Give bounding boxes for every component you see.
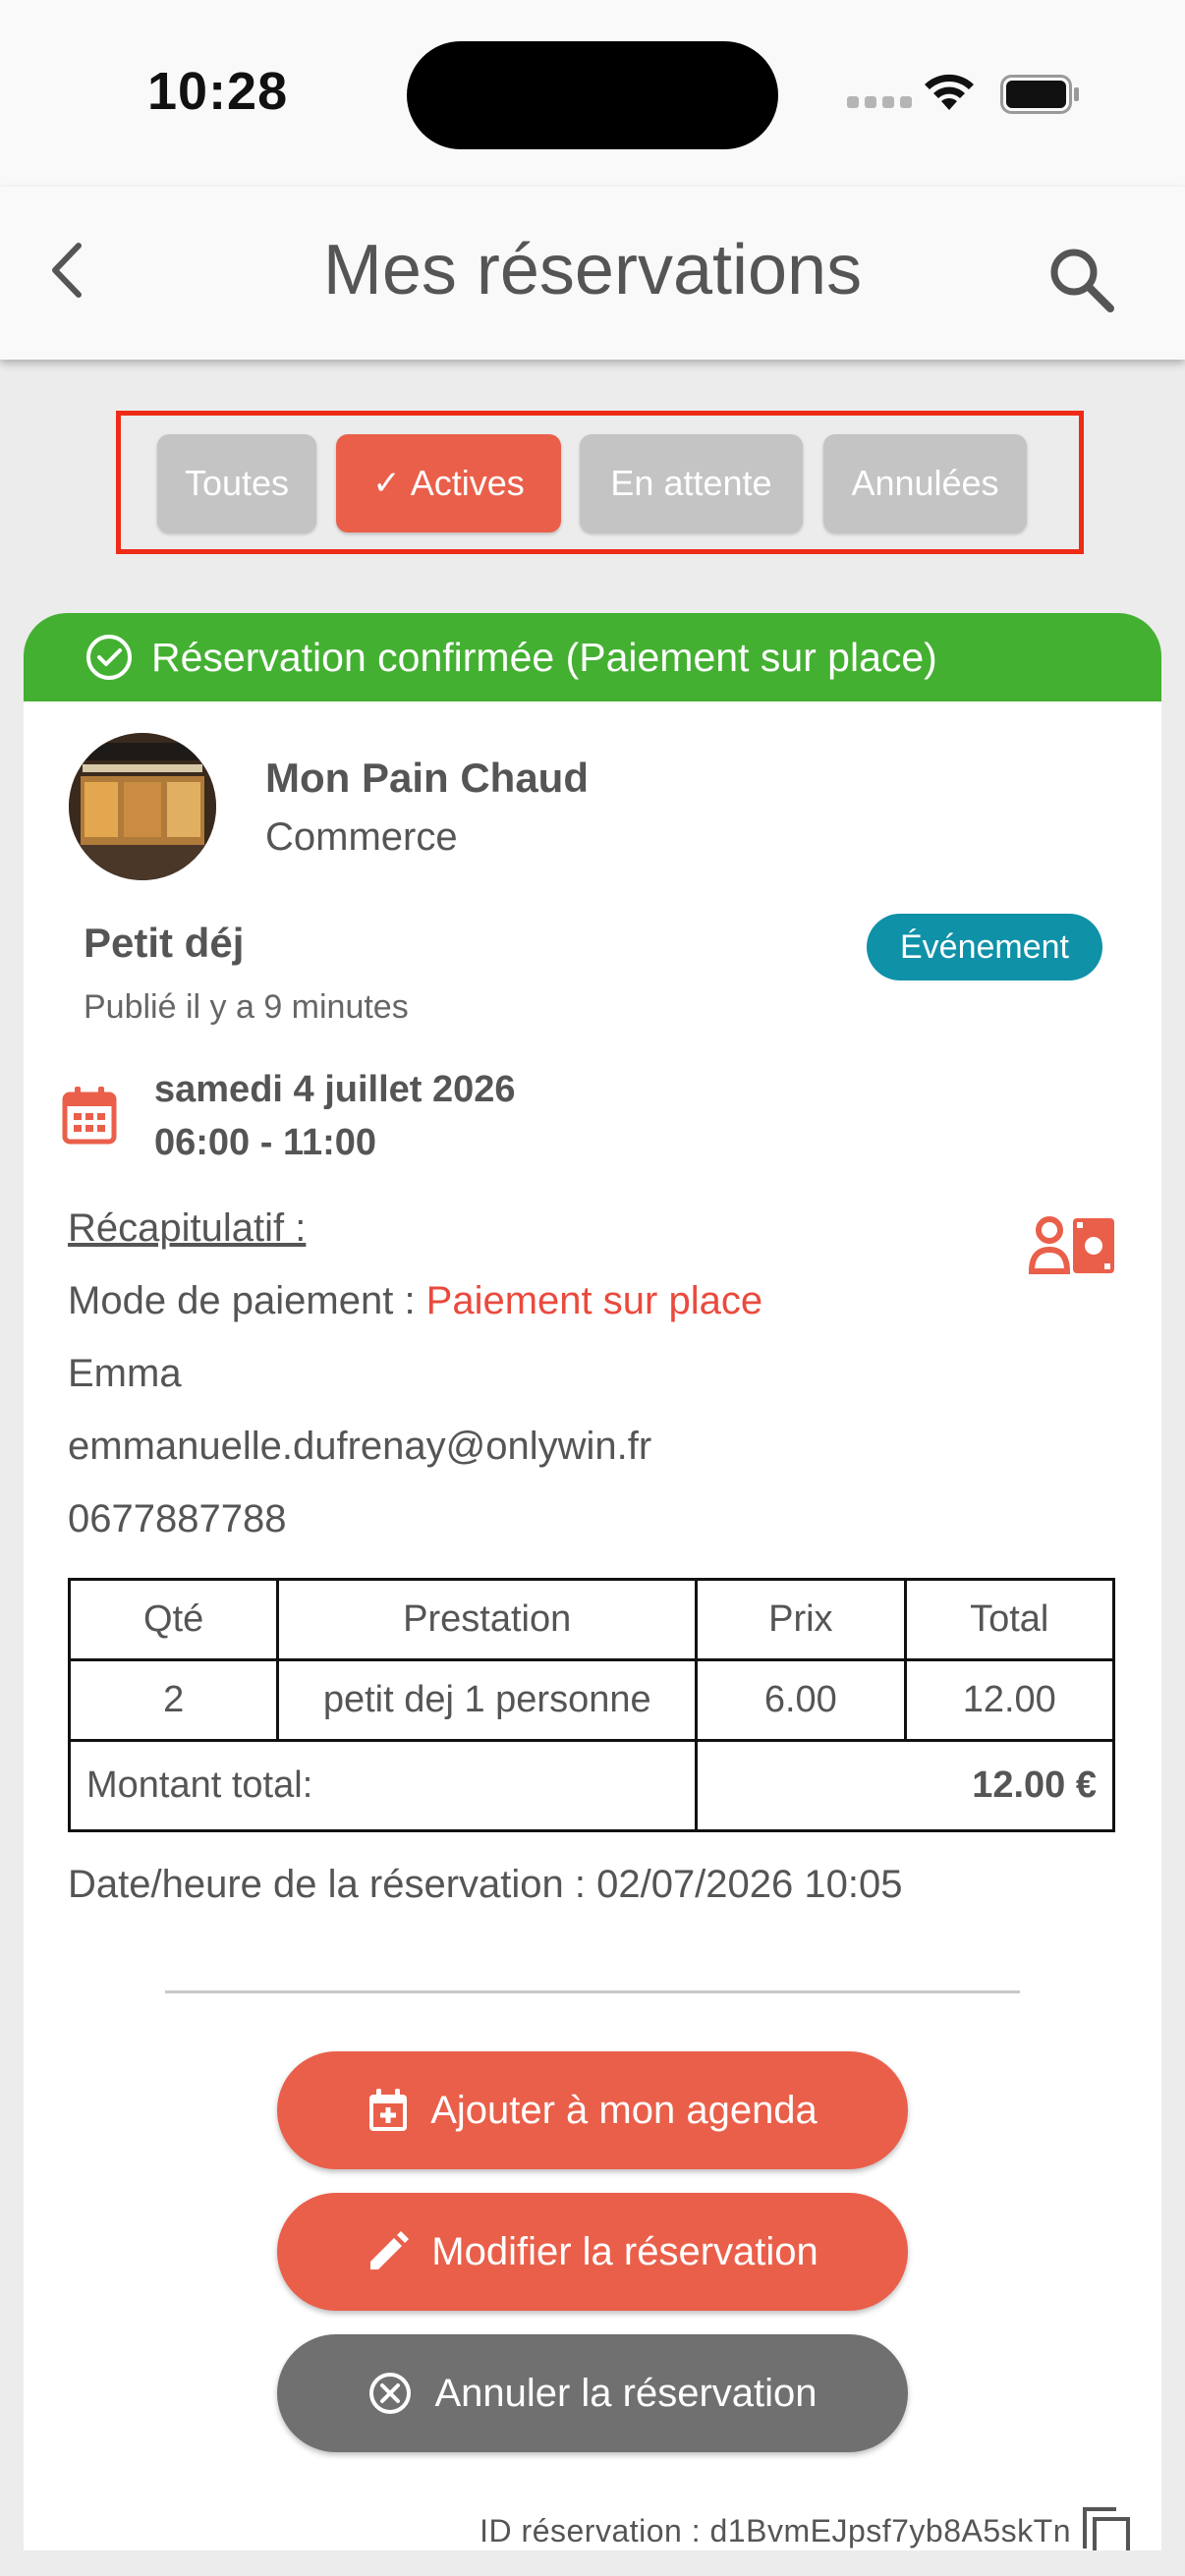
event-date: samedi 4 juillet 2026 [154, 1069, 516, 1110]
search-icon[interactable] [1042, 240, 1120, 318]
add-to-calendar-label: Ajouter à mon agenda [430, 2088, 818, 2132]
cellular-signal-icon [847, 96, 912, 108]
filter-chip-label: Toutes [184, 463, 290, 503]
recap-heading: Récapitulatif : [68, 1206, 307, 1250]
close-circle-icon [369, 2373, 412, 2414]
calendar-icon [62, 1087, 117, 1145]
filter-chip-label: Actives [410, 463, 525, 503]
filter-chip-annulees[interactable]: Annulées [823, 434, 1027, 532]
customer-email: emmanuelle.dufrenay@onlywin.fr [68, 1425, 652, 1468]
calendar-add-icon [369, 2089, 408, 2131]
table-header-row: Qté Prestation Prix Total [67, 1578, 1115, 1661]
payment-mode-value: Paiement sur place [425, 1279, 763, 1322]
customer-payment-icon[interactable] [1028, 1210, 1118, 1279]
filter-chip-label: Annulées [851, 463, 999, 503]
reservation-id: ID réservation : d1BvmEJpsf7yb8A5skTn [480, 2513, 1071, 2548]
event-badge: Événement [867, 914, 1102, 980]
add-to-calendar-button[interactable]: Ajouter à mon agenda [277, 2051, 908, 2169]
table-header-service: Prestation [276, 1578, 699, 1661]
wifi-icon [925, 74, 974, 110]
page-title: Mes réservations [322, 231, 863, 309]
dynamic-island [407, 41, 778, 149]
copy-icon[interactable] [1081, 2505, 1132, 2550]
pencil-icon [370, 2231, 410, 2269]
offer-title: Petit déj [84, 920, 245, 966]
table-header-qty: Qté [67, 1578, 280, 1661]
customer-name: Emma [68, 1352, 182, 1395]
order-table: Qté Prestation Prix Total 2 petit dej 1 … [67, 1578, 1115, 1832]
table-header-price: Prix [695, 1578, 907, 1661]
customer-phone: 0677887788 [68, 1497, 287, 1540]
cancel-reservation-label: Annuler la réservation [434, 2371, 818, 2415]
shop-name[interactable]: Mon Pain Chaud [265, 755, 589, 802]
table-cell-qty: 2 [67, 1658, 280, 1742]
modify-reservation-button[interactable]: Modifier la réservation [277, 2193, 908, 2311]
table-cell-total: 12.00 [903, 1658, 1115, 1742]
status-banner-text: Réservation confirmée (Paiement sur plac… [151, 634, 937, 680]
reservation-card: Réservation confirmée (Paiement sur plac… [24, 613, 1161, 2550]
status-bar: 10:28 [0, 0, 1185, 187]
filter-chip-actives[interactable]: ✓ Actives [336, 434, 561, 532]
filter-chip-label: En attente [610, 463, 772, 503]
table-row: 2 petit dej 1 personne 6.00 12.00 [67, 1658, 1115, 1742]
divider [165, 1990, 1020, 1993]
published-time: Publié il y a 9 minutes [84, 988, 409, 1026]
shop-avatar[interactable] [69, 733, 216, 880]
total-amount-label: Montant total: [67, 1739, 699, 1832]
total-amount-value: 12.00 € [695, 1739, 1115, 1832]
cancel-reservation-button[interactable]: Annuler la réservation [277, 2334, 908, 2452]
payment-mode-label: Mode de paiement : [68, 1279, 426, 1322]
payment-mode: Mode de paiement : Paiement sur place [68, 1279, 762, 1323]
table-cell-price: 6.00 [695, 1658, 907, 1742]
table-total-row: Montant total: 12.00 € [67, 1739, 1115, 1832]
booking-datetime: Date/heure de la réservation : 02/07/202… [68, 1863, 903, 1906]
table-cell-service: petit dej 1 personne [276, 1658, 699, 1742]
table-header-total: Total [903, 1578, 1115, 1661]
check-circle-icon [86, 635, 132, 680]
app-header: Mes réservations [0, 187, 1185, 360]
shop-type: Commerce [265, 815, 458, 859]
filter-chip-toutes[interactable]: Toutes [157, 434, 316, 532]
status-banner: Réservation confirmée (Paiement sur plac… [24, 613, 1161, 701]
battery-icon [1000, 75, 1079, 114]
status-time: 10:28 [147, 62, 289, 121]
event-hours: 06:00 - 11:00 [154, 1122, 377, 1163]
modify-reservation-label: Modifier la réservation [431, 2229, 818, 2273]
filter-chip-en-attente[interactable]: En attente [580, 434, 803, 532]
check-icon: ✓ [372, 465, 401, 502]
